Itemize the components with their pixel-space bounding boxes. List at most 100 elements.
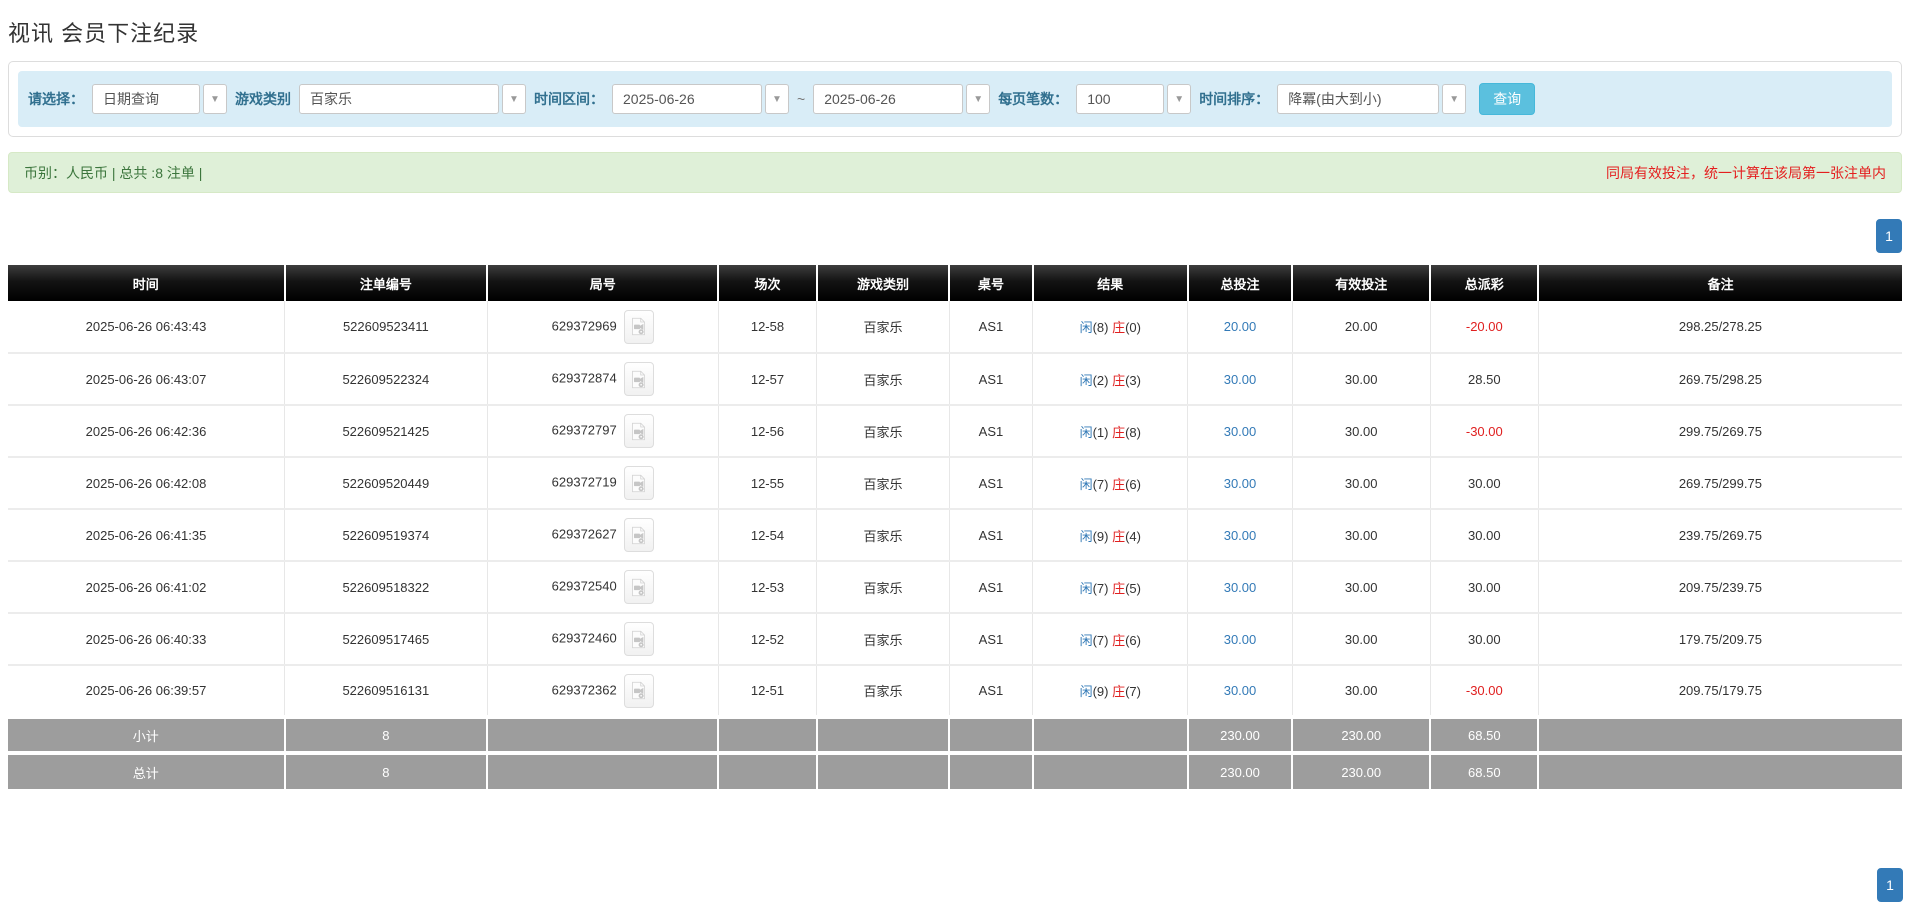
video-replay-button[interactable]	[623, 622, 654, 656]
date-to-value[interactable]: 2025-06-26	[813, 84, 964, 114]
payout-cell: -20.00	[1430, 301, 1539, 354]
summary-cell	[1538, 715, 1902, 753]
page-1-button[interactable]: 1	[1877, 868, 1903, 902]
date-from-value[interactable]: 2025-06-26	[612, 84, 762, 114]
notice-text: 同局有效投注，统一计算在该局第一张注单内	[1606, 164, 1886, 181]
time-sort-select[interactable]: 降冪(由大到小) ▼	[1277, 84, 1467, 114]
video-replay-button[interactable]	[623, 518, 654, 552]
caret-down-icon[interactable]: ▼	[203, 84, 227, 114]
summary-cell	[718, 715, 818, 753]
caret-down-icon[interactable]: ▼	[502, 84, 526, 114]
time-cell: 2025-06-26 06:42:08	[8, 457, 286, 510]
game-type-select[interactable]: 百家乐 ▼	[299, 84, 526, 114]
banker-result: 庄	[1112, 684, 1126, 699]
page-size-select[interactable]: 100 ▼	[1076, 84, 1192, 114]
caret-down-icon[interactable]: ▼	[1442, 84, 1467, 114]
page-size-value[interactable]: 100	[1076, 84, 1165, 114]
total-bet-cell: 20.00	[1187, 301, 1293, 354]
table-row: 2025-06-26 06:41:02 522609518322 629372540…	[8, 561, 1902, 614]
table-row: 2025-06-26 06:40:33 522609517465 629372460…	[8, 613, 1902, 666]
result-cell: 闲(2) 庄(3)	[1032, 353, 1189, 406]
video-icon	[632, 630, 646, 648]
page-size-label: 每页笔数：	[998, 91, 1069, 107]
total-bet-link[interactable]: 30.00	[1224, 528, 1257, 543]
time-cell: 2025-06-26 06:39:57	[8, 665, 286, 718]
video-replay-button[interactable]	[623, 362, 654, 396]
total-bet-cell: 30.00	[1187, 405, 1293, 458]
banker-result: 庄	[1112, 424, 1126, 440]
result-cell: 闲(9) 庄(4)	[1032, 509, 1189, 562]
result-cell: 闲(7) 庄(5)	[1032, 561, 1189, 614]
player-result: 闲	[1079, 684, 1093, 699]
round-cell: 629372627	[487, 509, 719, 562]
time-cell: 2025-06-26 06:42:36	[8, 405, 286, 458]
total-bet-link[interactable]: 20.00	[1224, 319, 1257, 334]
game-type-cell: 百家乐	[816, 665, 950, 718]
caret-down-icon[interactable]: ▼	[765, 84, 789, 114]
caret-down-icon[interactable]: ▼	[1167, 84, 1192, 114]
table-footer: 小计 8 230.00 230.00 68.50 总计 8 230.00 230.00 68.50	[8, 715, 1902, 789]
remark-cell: 209.75/239.75	[1538, 561, 1902, 614]
date-from-select[interactable]: 2025-06-26 ▼	[612, 84, 789, 114]
player-result: 闲	[1079, 580, 1093, 596]
total-bet-link[interactable]: 30.00	[1224, 476, 1257, 491]
total-bet-link[interactable]: 30.00	[1224, 372, 1257, 387]
session-cell: 12-51	[718, 665, 818, 718]
caret-down-icon[interactable]: ▼	[966, 84, 991, 114]
remark-cell: 298.25/278.25	[1538, 301, 1902, 354]
table-number-cell: AS1	[949, 353, 1034, 406]
total-bet-link[interactable]: 30.00	[1224, 683, 1257, 698]
time-cell: 2025-06-26 06:43:43	[8, 301, 286, 354]
session-cell: 12-58	[718, 301, 818, 354]
video-replay-button[interactable]	[623, 673, 654, 708]
summary-cell	[1032, 715, 1189, 753]
video-replay-button[interactable]	[623, 309, 654, 344]
query-type-value[interactable]: 日期查询	[92, 84, 200, 114]
player-result: 闲	[1079, 424, 1093, 440]
summary-cell	[816, 715, 951, 753]
valid-bet-cell: 30.00	[1292, 353, 1431, 406]
session-cell: 12-56	[718, 405, 818, 458]
bet-id-cell: 522609521425	[284, 405, 488, 458]
video-icon	[632, 317, 646, 336]
table-row: 2025-06-26 06:41:35 522609519374 629372627…	[8, 509, 1902, 562]
time-cell: 2025-06-26 06:41:35	[8, 509, 286, 562]
page-1-button[interactable]: 1	[1876, 219, 1902, 253]
bet-id-cell: 522609516131	[284, 665, 488, 718]
round-number: 629372797	[551, 422, 617, 438]
banker-result: 庄	[1112, 320, 1126, 335]
round-cell: 629372874	[487, 353, 719, 406]
total-bet-link[interactable]: 30.00	[1224, 580, 1257, 595]
bet-id-cell: 522609520449	[284, 457, 488, 510]
player-result: 闲	[1079, 632, 1093, 648]
total-bet-link[interactable]: 30.00	[1224, 424, 1257, 439]
video-icon	[632, 526, 646, 544]
summary-cell	[718, 751, 818, 789]
video-replay-button[interactable]	[623, 466, 654, 500]
remark-cell: 269.75/298.25	[1538, 353, 1902, 406]
video-replay-button[interactable]	[623, 414, 654, 448]
result-cell: 闲(7) 庄(6)	[1032, 457, 1189, 510]
time-cell: 2025-06-26 06:40:33	[8, 613, 286, 666]
search-button[interactable]: 查询	[1479, 83, 1536, 115]
payout-cell: 30.00	[1430, 613, 1539, 666]
video-icon	[632, 681, 646, 700]
filter-bar: 请选择： 日期查询 ▼ 游戏类别 百家乐 ▼ 时间区间： 2025-06-26 …	[18, 71, 1892, 127]
result-cell: 闲(9) 庄(7)	[1032, 665, 1189, 718]
table-row: 2025-06-26 06:43:07 522609522324 629372874…	[8, 353, 1902, 406]
round-number: 629372874	[551, 370, 617, 386]
video-replay-button[interactable]	[623, 570, 654, 604]
game-type-value[interactable]: 百家乐	[299, 84, 499, 114]
summary-cell: 8	[284, 715, 489, 753]
query-type-select[interactable]: 日期查询 ▼	[92, 84, 227, 114]
payout-cell: 30.00	[1430, 509, 1539, 562]
date-to-select[interactable]: 2025-06-26 ▼	[813, 84, 991, 114]
player-result: 闲	[1079, 528, 1093, 544]
summary-row: 总计 8 230.00 230.00 68.50	[8, 751, 1902, 789]
total-bet-cell: 30.00	[1187, 613, 1293, 666]
valid-bet-cell: 30.00	[1292, 665, 1431, 718]
time-sort-value[interactable]: 降冪(由大到小)	[1277, 84, 1440, 114]
valid-bet-cell: 30.00	[1292, 613, 1431, 666]
total-bet-link[interactable]: 30.00	[1224, 632, 1257, 647]
valid-bet-cell: 30.00	[1292, 561, 1431, 614]
